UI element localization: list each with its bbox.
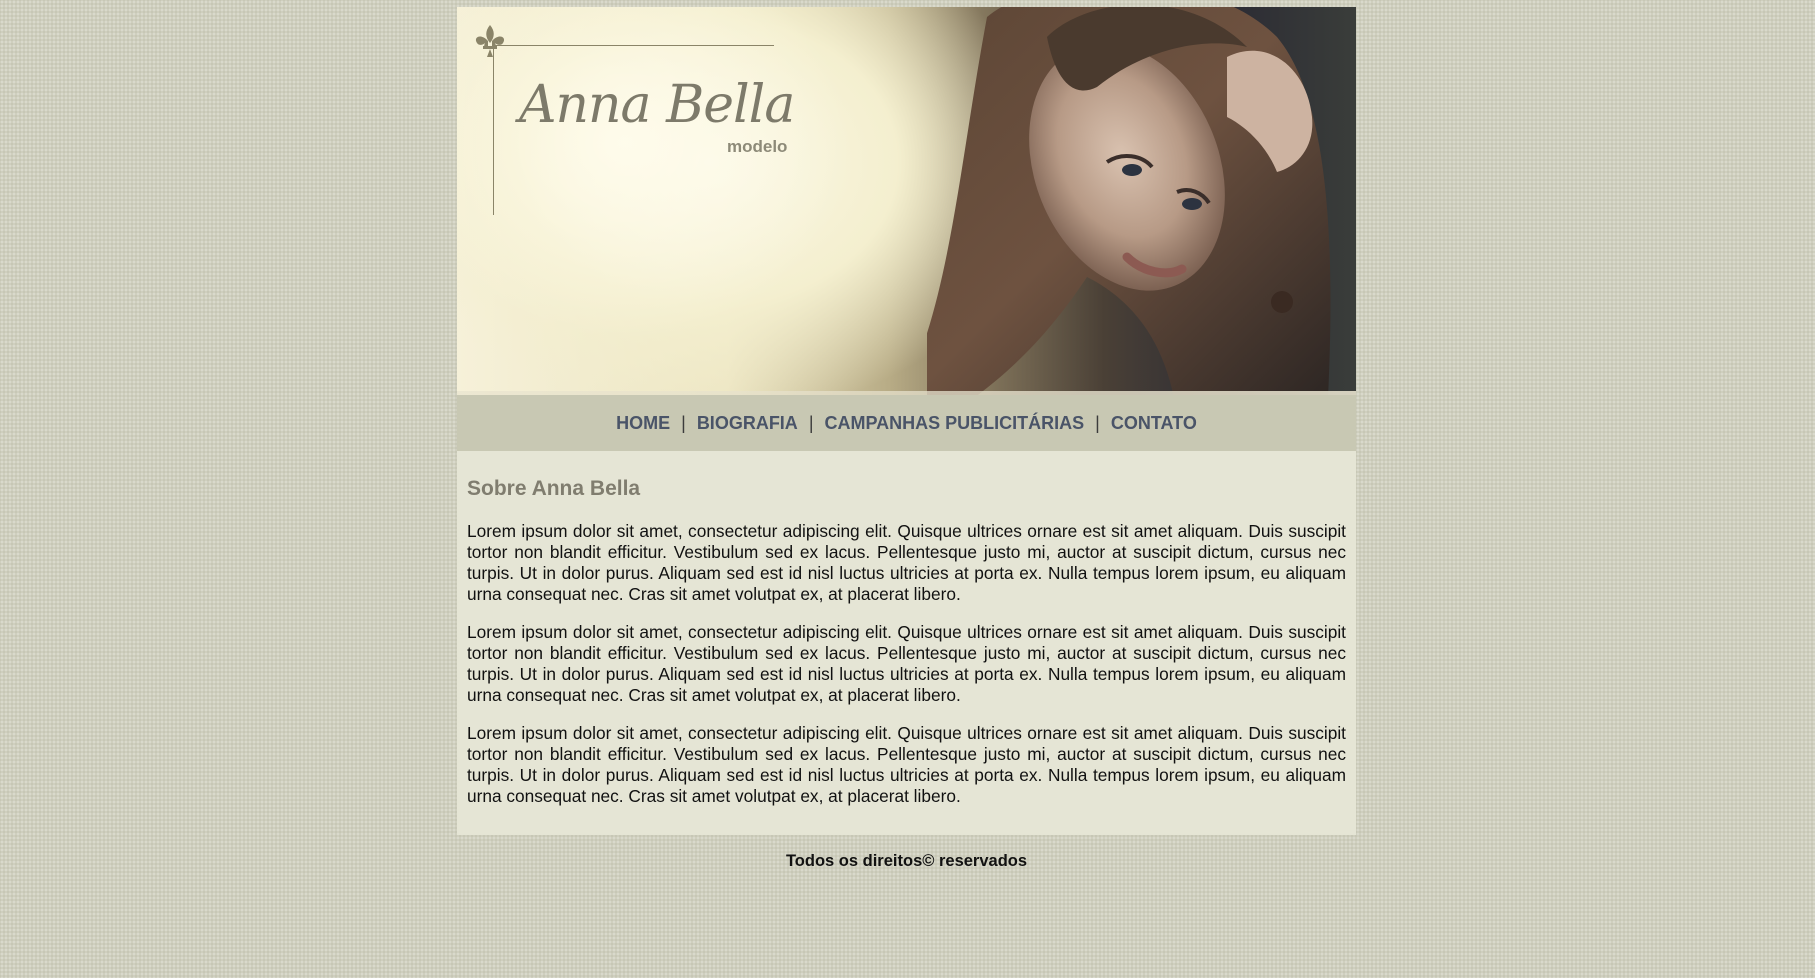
footer-copyright: Todos os direitos© reservados [785, 852, 1028, 870]
content-paragraph: Lorem ipsum dolor sit amet, consectetur … [467, 622, 1346, 705]
logo-subtitle: modelo [727, 137, 788, 156]
nav-item-biografia[interactable]: BIOGRAFIA [697, 413, 798, 434]
fleur-de-lis-icon [475, 25, 505, 57]
logo-frame-horizontal [493, 45, 774, 46]
nav-item-home[interactable]: HOME [616, 413, 670, 434]
nav-item-campanhas[interactable]: CAMPANHAS PUBLICITÁRIAS [825, 413, 1085, 434]
header-banner: Anna Bella modelo [457, 7, 1356, 395]
content-paragraph: Lorem ipsum dolor sit amet, consectetur … [467, 521, 1346, 604]
logo-frame-vertical [493, 45, 494, 215]
page-container: Anna Bella modelo HOME | BIOGRAFIA | CAM… [457, 7, 1356, 871]
main-content: Sobre Anna Bella Lorem ipsum dolor sit a… [457, 451, 1356, 835]
nav-separator: | [1095, 412, 1100, 433]
model-portrait-image [927, 7, 1331, 395]
banner-bottom-edge [457, 391, 1356, 395]
page-title: Sobre Anna Bella [467, 477, 641, 500]
logo-name: Anna Bella [519, 75, 795, 135]
nav-item-contato[interactable]: CONTATO [1111, 413, 1197, 434]
content-paragraph: Lorem ipsum dolor sit amet, consectetur … [467, 723, 1346, 806]
main-nav: HOME | BIOGRAFIA | CAMPANHAS PUBLICITÁRI… [457, 395, 1356, 451]
nav-separator: | [681, 412, 686, 433]
nav-separator: | [808, 412, 814, 433]
